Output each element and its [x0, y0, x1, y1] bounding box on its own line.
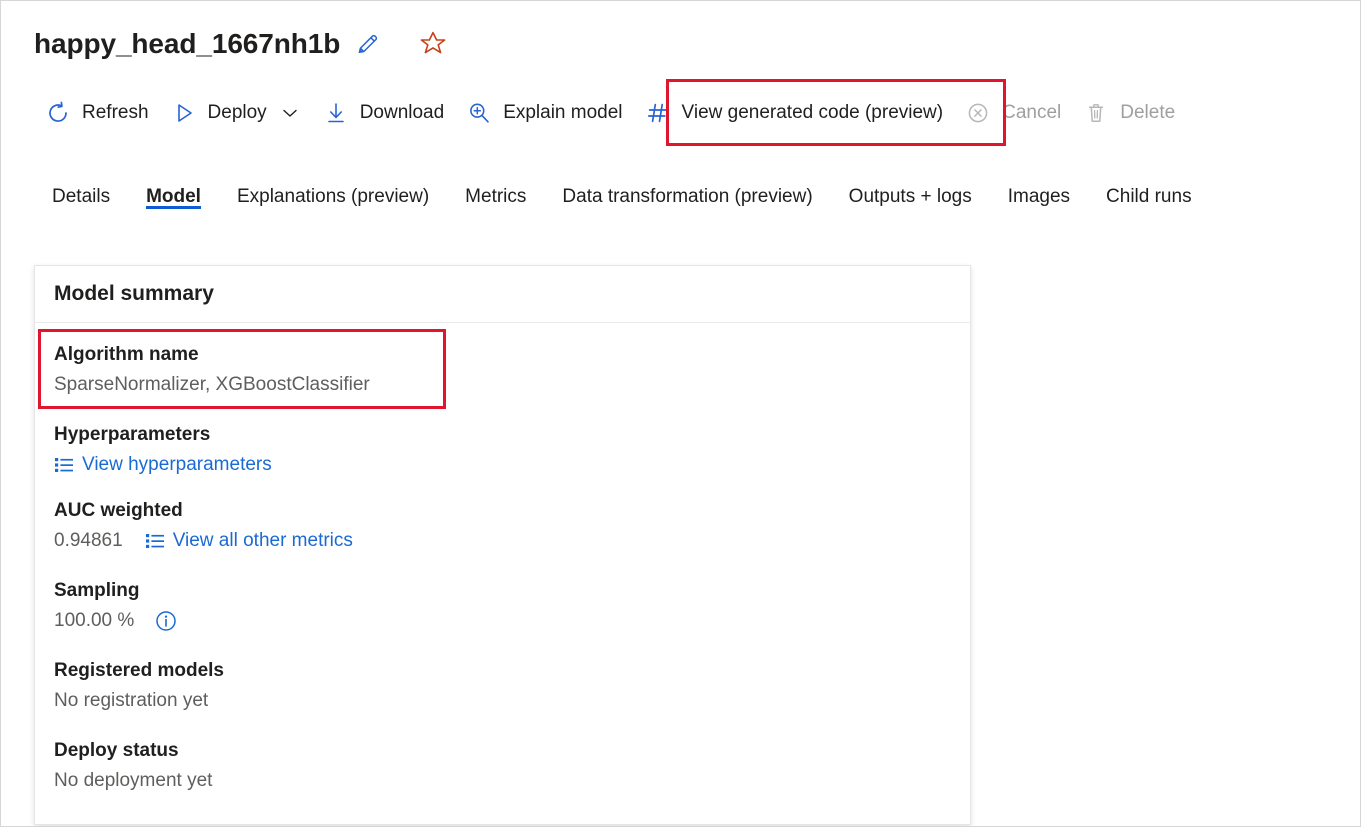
refresh-label: Refresh — [82, 102, 149, 124]
tab-outputs-logs[interactable]: Outputs + logs — [831, 169, 990, 219]
algorithm-name-value: SparseNormalizer, XGBoostClassifier — [54, 370, 951, 400]
tab-data-transformation[interactable]: Data transformation (preview) — [544, 169, 830, 219]
sampling-field: Sampling 100.00 % — [54, 576, 951, 636]
view-hyperparameters-link[interactable]: View hyperparameters — [54, 450, 272, 480]
auc-weighted-field: AUC weighted 0.94861 — [54, 496, 951, 556]
hash-icon — [645, 100, 671, 126]
list-icon — [54, 456, 74, 474]
sampling-label: Sampling — [54, 576, 951, 606]
download-icon — [323, 100, 349, 126]
hyperparameters-field: Hyperparameters View hyperparameters — [54, 420, 951, 480]
tab-images[interactable]: Images — [990, 169, 1088, 219]
deploy-button[interactable]: Deploy — [160, 88, 312, 138]
download-button[interactable]: Download — [312, 88, 456, 138]
auc-weighted-label: AUC weighted — [54, 496, 951, 526]
tab-explanations[interactable]: Explanations (preview) — [219, 169, 447, 219]
magnifier-plus-icon — [466, 100, 492, 126]
model-summary-card: Model summary Algorithm name SparseNorma… — [34, 265, 971, 825]
cancel-button: Cancel — [954, 88, 1072, 138]
deploy-status-label: Deploy status — [54, 736, 951, 766]
deploy-status-value: No deployment yet — [54, 766, 951, 796]
cancel-label: Cancel — [1002, 102, 1061, 124]
play-icon — [171, 100, 197, 126]
tab-bar: Details Model Explanations (preview) Met… — [34, 169, 1210, 221]
pencil-icon[interactable] — [354, 30, 382, 58]
chevron-down-icon[interactable] — [279, 102, 301, 124]
view-hyperparameters-label: View hyperparameters — [82, 450, 272, 480]
page-title: happy_head_1667nh1b — [34, 27, 340, 61]
deploy-label: Deploy — [208, 102, 267, 124]
command-bar: Refresh Deploy — [34, 87, 1186, 139]
card-body: Algorithm name SparseNormalizer, XGBoost… — [35, 323, 970, 824]
card-header: Model summary — [35, 266, 970, 323]
title-row: happy_head_1667nh1b — [34, 23, 448, 65]
view-generated-code-label: View generated code (preview) — [682, 102, 944, 124]
tab-details[interactable]: Details — [34, 169, 128, 219]
auc-weighted-value-row: 0.94861 View all ot — [54, 526, 951, 556]
deploy-status-field: Deploy status No deployment yet — [54, 736, 951, 796]
explain-model-label: Explain model — [503, 102, 622, 124]
circle-x-icon — [965, 100, 991, 126]
refresh-icon — [45, 100, 71, 126]
registered-models-label: Registered models — [54, 656, 951, 686]
info-circle-icon[interactable] — [154, 609, 178, 633]
algorithm-name-field: Algorithm name SparseNormalizer, XGBoost… — [54, 337, 951, 400]
registered-models-value: No registration yet — [54, 686, 951, 716]
delete-label: Delete — [1120, 102, 1175, 124]
list-icon — [145, 532, 165, 550]
view-all-other-metrics-link[interactable]: View all other metrics — [145, 526, 353, 556]
sampling-value-row: 100.00 % — [54, 606, 951, 636]
run-details-page: happy_head_1667nh1b Refresh — [0, 0, 1361, 827]
delete-button: Delete — [1072, 88, 1186, 138]
algorithm-name-label: Algorithm name — [54, 340, 951, 370]
sampling-value: 100.00 % — [54, 606, 134, 636]
tab-metrics[interactable]: Metrics — [447, 169, 544, 219]
view-generated-code-button[interactable]: View generated code (preview) — [634, 88, 955, 138]
view-all-other-metrics-label: View all other metrics — [173, 526, 353, 556]
explain-model-button[interactable]: Explain model — [455, 88, 633, 138]
hyperparameters-label: Hyperparameters — [54, 420, 951, 450]
star-icon[interactable] — [418, 29, 448, 59]
tab-child-runs[interactable]: Child runs — [1088, 169, 1210, 219]
registered-models-field: Registered models No registration yet — [54, 656, 951, 716]
card-title: Model summary — [54, 282, 214, 306]
auc-weighted-value: 0.94861 — [54, 526, 123, 556]
tab-model[interactable]: Model — [128, 169, 219, 219]
trash-icon — [1083, 100, 1109, 126]
refresh-button[interactable]: Refresh — [34, 88, 160, 138]
download-label: Download — [360, 102, 445, 124]
